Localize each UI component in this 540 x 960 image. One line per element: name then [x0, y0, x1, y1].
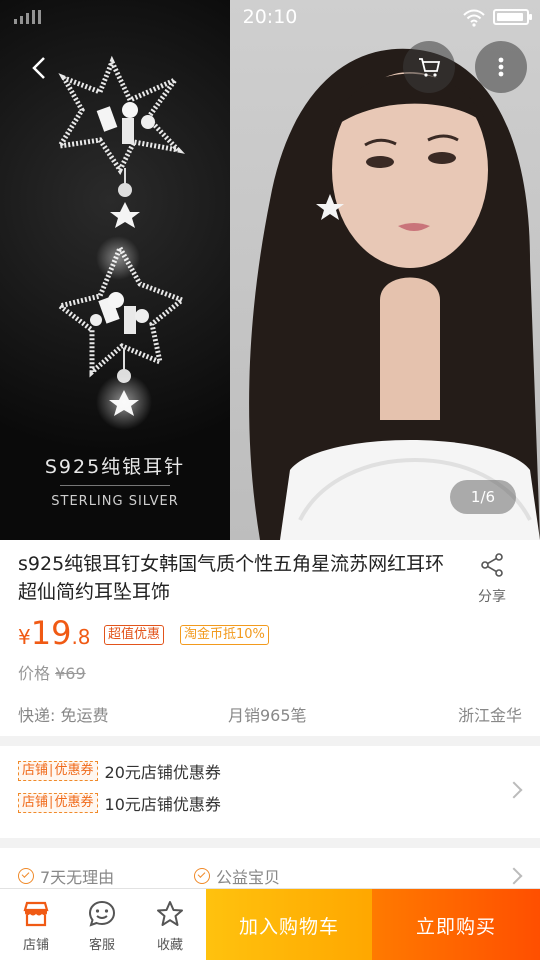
product-title: s925纯银耳钉女韩国气质个性五角星流苏网红耳环超仙简约耳坠耳饰 — [18, 553, 445, 603]
buy-now-button[interactable]: 立即购买 — [372, 889, 540, 960]
price-decimal: .8 — [71, 625, 91, 649]
favorite-label: 收藏 — [156, 938, 183, 953]
store-icon — [23, 901, 49, 927]
status-bar: 20:10 — [0, 0, 540, 36]
customer-service-button[interactable]: 客服 — [68, 889, 136, 960]
shipping-info: 快递: 免运费 — [18, 706, 109, 725]
product-detail-page: S925纯银耳针 STERLING SILVER 1/6 20:10 s925纯… — [0, 0, 540, 960]
coupon-item: 店铺∣优惠券 10元店铺优惠券 — [18, 792, 221, 814]
share-icon — [481, 553, 503, 577]
wifi-icon — [463, 9, 485, 27]
more-vertical-icon — [498, 57, 504, 77]
coupon-text: 20元店铺优惠券 — [104, 763, 221, 782]
add-to-cart-button[interactable]: 加入购物车 — [206, 889, 372, 960]
check-circle-icon — [194, 868, 210, 884]
chevron-right-icon — [505, 781, 523, 799]
more-options-button[interactable] — [475, 41, 527, 93]
coupon-tag: 店铺∣优惠券 — [18, 761, 98, 781]
chevron-left-icon — [32, 57, 45, 79]
product-meta: 快递: 免运费 月销965笔 浙江金华 — [18, 702, 522, 726]
price-currency: ¥ — [18, 625, 31, 649]
original-price: 价格 ¥69 — [18, 660, 86, 684]
share-button[interactable]: 分享 — [462, 552, 522, 606]
service-label: 7天无理由 — [40, 868, 115, 887]
chat-smile-icon — [88, 900, 116, 927]
ship-from-location: 浙江金华 — [457, 706, 522, 725]
star-icon — [157, 901, 183, 926]
original-price-value: ¥69 — [55, 664, 86, 683]
check-circle-icon — [18, 868, 34, 884]
service-item: 公益宝贝 — [194, 864, 280, 888]
cart-button[interactable] — [403, 41, 455, 93]
customer-service-label: 客服 — [88, 938, 115, 953]
store-label: 店铺 — [22, 938, 49, 953]
monthly-sales: 月销965笔 — [228, 706, 307, 725]
product-info-card: s925纯银耳钉女韩国气质个性五角星流苏网红耳环超仙简约耳坠耳饰 分享 ¥ 19… — [0, 540, 540, 736]
service-label: 公益宝贝 — [216, 868, 281, 887]
battery-level — [497, 13, 523, 21]
store-button[interactable]: 店铺 — [2, 889, 70, 960]
product-image-caption: S925纯银耳针 — [44, 456, 186, 478]
bottom-action-bar: 店铺 客服 收藏 加入购物车 立即购买 — [0, 888, 540, 960]
shopping-cart-icon — [419, 58, 441, 77]
coupon-text: 10元店铺优惠券 — [104, 795, 221, 814]
coupon-tag: 店铺∣优惠券 — [18, 793, 98, 813]
back-button[interactable] — [22, 50, 58, 86]
price: ¥ 19 .8 — [18, 614, 91, 654]
original-price-label: 价格 — [18, 664, 51, 683]
battery-icon — [493, 9, 532, 25]
product-image-gallery[interactable]: S925纯银耳针 STERLING SILVER 1/6 — [0, 0, 540, 540]
image-page-indicator: 1/6 — [450, 480, 516, 514]
coupon-item: 店铺∣优惠券 20元店铺优惠券 — [18, 760, 221, 782]
service-item: 7天无理由 — [18, 864, 114, 888]
share-label: 分享 — [478, 589, 506, 605]
caption-divider — [60, 485, 170, 486]
product-image-subcaption: STERLING SILVER — [51, 494, 179, 509]
chevron-right-icon — [505, 867, 523, 885]
coupon-section[interactable]: 店铺∣优惠券 20元店铺优惠券 店铺∣优惠券 10元店铺优惠券 — [0, 746, 540, 838]
value-deal-badge: 超值优惠 — [104, 625, 165, 645]
status-time: 20:10 — [242, 6, 298, 28]
favorite-button[interactable]: 收藏 — [136, 889, 204, 960]
coin-discount-badge: 淘金币抵10% — [180, 625, 269, 645]
price-integer: 19 — [30, 614, 72, 652]
